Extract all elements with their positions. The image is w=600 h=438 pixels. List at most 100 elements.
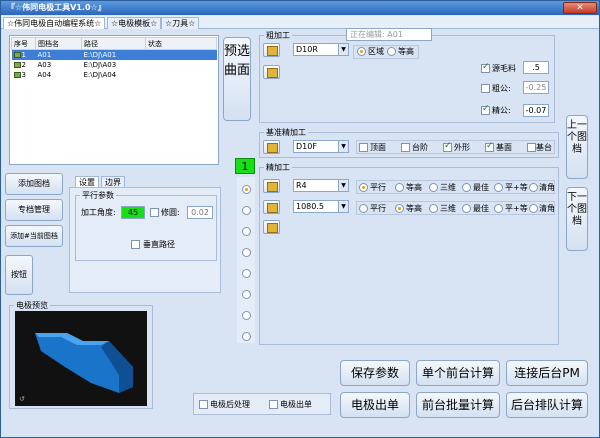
finish-tool-select-2[interactable]: 1080.5 ▼ [293,200,349,213]
batch-calc-button[interactable]: 前台批量计算 [416,392,500,418]
add-file-button[interactable]: 添加图档 [5,173,63,195]
finish-tool-icon-2[interactable] [263,200,280,214]
table-row[interactable]: 1 A01 E:\DJ\A01 [11,49,217,60]
step-radio-5[interactable] [242,269,251,278]
generic-button[interactable]: 按钮 [5,255,33,295]
f1-label-best: 最佳 [473,183,489,192]
base-opt-base-checkbox[interactable] [485,141,494,152]
fine-input[interactable]: -0.07 [523,104,549,117]
finish-tool-select-1[interactable]: R4 ▼ [293,179,349,192]
base-opt-shape-checkbox[interactable] [443,141,452,152]
row-status [146,70,217,80]
f2-radio-corner[interactable] [529,204,538,213]
f1-radio-best[interactable] [462,183,471,192]
app-window: 『☆伟同电极工具V1.0☆』 ✕ ☆伟同电极自动编程系统☆ ☆电极模板☆ ☆刀具… [0,0,600,438]
step-radio-2[interactable] [242,206,251,215]
part-icon [13,51,21,58]
title-bar: 『☆伟同电极工具V1.0☆』 ✕ [1,1,599,15]
base-finish-title: 基准精加工 [264,128,308,137]
radio-contour[interactable] [387,47,396,56]
trim-input[interactable]: 0.02 [187,206,213,219]
radio-area[interactable] [357,47,366,56]
output-sheet-label: 电极出单 [280,400,312,409]
table-row[interactable]: 3 A04 E:\DJ\A04 [12,70,217,80]
tab-main[interactable]: ☆伟同电极自动编程系统☆ [3,17,106,29]
close-button[interactable]: ✕ [563,2,597,14]
stock-checkbox[interactable] [481,62,490,73]
base-opt-base-label: 基面 [496,143,512,152]
f2-radio-3d[interactable] [429,204,438,213]
f2-radio-parallel[interactable] [359,204,368,213]
f2-radio-best[interactable] [462,204,471,213]
tab-boundary[interactable]: 边界 [101,176,125,187]
fine-checkbox[interactable] [481,104,490,115]
manage-button[interactable]: 专档管理 [5,199,63,221]
save-params-button[interactable]: 保存参数 [340,360,410,386]
trim-checkbox[interactable] [150,208,159,217]
rough-checkbox[interactable] [481,84,490,93]
base-opt-step-checkbox[interactable] [401,143,410,152]
step-radio-3[interactable] [242,227,251,236]
f1-radio-parallel[interactable] [359,183,368,192]
base-opt-pedestal-label: 基台 [536,143,552,152]
finish-tool-value-1: R4 [296,181,307,190]
f2-label-3d: 三维 [440,204,456,213]
step-radio-1[interactable] [242,185,251,194]
output-sheet-checkbox[interactable] [269,400,278,409]
base-opt-shape-label: 外形 [454,143,470,152]
step-radio-7[interactable] [242,311,251,320]
radio-area-label: 区域 [368,47,384,56]
f1-label-mixed: 平+等 [505,183,528,192]
single-calc-button[interactable]: 单个前台计算 [416,360,500,386]
f1-radio-3d[interactable] [429,183,438,192]
electrode-preview-image: ↺ [19,333,133,403]
base-opt-step-label: 台阶 [412,143,428,152]
tab-template[interactable]: ☆电极模板☆ [107,17,162,29]
angle-label: 加工角度: [81,208,116,217]
rough-input[interactable]: -0.25 [523,81,549,94]
base-opt-top-checkbox[interactable] [359,143,368,152]
f2-radio-mixed[interactable] [494,204,503,213]
rough-tool-icon-1[interactable] [263,43,280,57]
f1-label-parallel: 平行 [370,183,386,192]
tab-tools[interactable]: ☆刀具☆ [161,17,200,29]
tab-settings[interactable]: 设置 [75,176,99,187]
stock-input[interactable]: .5 [523,61,549,74]
base-opt-top-label: 顶面 [370,143,386,152]
preview-viewport[interactable]: ↺ [15,311,147,406]
prev-file-button[interactable]: 上一个图档 [566,115,588,179]
base-opt-pedestal-checkbox[interactable] [527,143,536,152]
finish-tool-icon-3[interactable] [263,220,280,234]
f1-radio-contour[interactable] [395,183,404,192]
part-icon [13,61,21,68]
next-file-button[interactable]: 下一个图档 [566,187,588,251]
f1-radio-corner[interactable] [529,183,538,192]
step-radio-6[interactable] [242,290,251,299]
row-no: 2 [21,60,26,69]
base-tool-select[interactable]: D10F ▼ [293,140,349,153]
f1-radio-mixed[interactable] [494,183,503,192]
angle-input[interactable]: 45 [121,206,145,219]
step-radio-8[interactable] [242,332,251,341]
rough-tool-select[interactable]: D10R ▼ [293,43,349,56]
base-tool-icon[interactable] [263,140,280,154]
editing-status: 正在编辑: A01 [346,28,432,41]
connect-pm-button[interactable]: 连接后台PM [506,360,588,386]
electrode-output-button[interactable]: 电极出单 [340,392,410,418]
table-row[interactable]: 2 A03 E:\DJ\A03 [12,60,217,70]
f2-radio-contour[interactable] [395,204,404,213]
vertical-checkbox[interactable] [131,240,140,249]
row-name: A03 [37,60,52,69]
finish-tool-icon-1[interactable] [263,179,280,193]
post-process-checkbox[interactable] [199,400,208,409]
preselect-surface-button[interactable]: 预选曲面 [223,37,251,121]
step-radio-4[interactable] [242,248,251,257]
queue-calc-button[interactable]: 后台排队计算 [506,392,588,418]
f2-label-mixed: 平+等 [505,204,528,213]
chevron-down-icon: ▼ [338,141,348,152]
trim-label: 修圆: [161,208,180,217]
rough-tool-icon-2[interactable] [263,65,280,79]
add-current-button[interactable]: 添加#当前图档 [5,225,63,247]
file-table: 序号 图档名 路径 状态 1 A01 E:\DJ\A01 2 A03 E:\DJ… [11,37,217,80]
preview-title: 电极预览 [14,301,50,310]
